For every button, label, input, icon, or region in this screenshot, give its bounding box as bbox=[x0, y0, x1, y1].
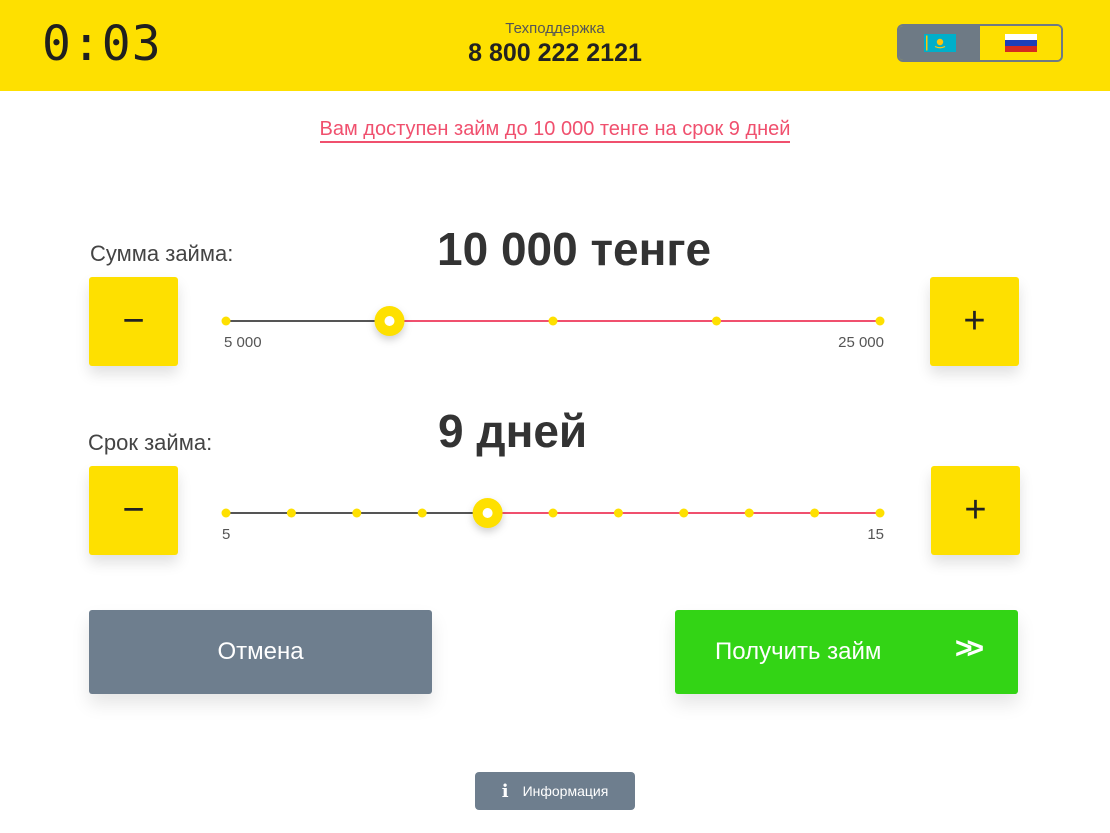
term-slider-step-dot bbox=[810, 508, 820, 518]
term-slider-step-dot bbox=[744, 508, 754, 518]
cancel-button-label: Отмена bbox=[217, 638, 304, 665]
kazakhstan-flag-icon bbox=[923, 34, 956, 52]
double-chevron-right-icon: >> bbox=[954, 632, 984, 665]
get-loan-button-label: Получить займ bbox=[715, 638, 882, 665]
loan-offer-text: Вам доступен займ до 10 000 тенге на сро… bbox=[319, 118, 791, 143]
amount-max-label: 25 000 bbox=[838, 334, 884, 351]
term-slider-step-dot bbox=[548, 508, 558, 518]
term-increase-button[interactable]: + bbox=[931, 466, 1020, 555]
term-slider-step-dot bbox=[613, 508, 623, 518]
amount-slider-track bbox=[221, 306, 885, 336]
info-icon: i bbox=[501, 780, 509, 802]
amount-slider[interactable]: 5 000 25 000 bbox=[221, 292, 885, 352]
language-ru-button[interactable] bbox=[980, 26, 1061, 60]
term-slider-track bbox=[221, 498, 885, 528]
term-min-label: 5 bbox=[222, 526, 231, 543]
term-slider-step-dot bbox=[221, 508, 231, 518]
amount-slider-step-dot bbox=[875, 316, 885, 326]
top-header: 0:03 Техподдержка 8 800 222 2121 bbox=[0, 0, 1110, 91]
term-value: 9 дней bbox=[438, 405, 588, 457]
amount-slider-step-dot bbox=[221, 316, 231, 326]
language-kz-button[interactable] bbox=[899, 26, 980, 60]
info-button-label: Информация bbox=[522, 783, 609, 799]
info-button[interactable]: i Информация bbox=[475, 772, 635, 810]
russia-flag-icon bbox=[1004, 34, 1037, 52]
term-label: Срок займа: bbox=[88, 430, 213, 455]
amount-decrease-button[interactable]: − bbox=[89, 277, 178, 366]
amount-value: 10 000 тенге bbox=[437, 223, 712, 275]
language-switch bbox=[897, 24, 1063, 62]
amount-slider-step-dot bbox=[548, 316, 558, 326]
term-slider-step-dot bbox=[875, 508, 885, 518]
get-loan-button[interactable]: Получить займ >> bbox=[675, 610, 1018, 694]
term-slider-handle-center bbox=[482, 508, 493, 518]
cancel-button[interactable]: Отмена bbox=[89, 610, 432, 694]
term-slider-step-dot bbox=[417, 508, 427, 518]
term-slider[interactable]: 5 15 bbox=[221, 484, 885, 544]
term-slider-step-dot bbox=[352, 508, 362, 518]
term-max-label: 15 bbox=[867, 526, 884, 543]
term-slider-step-dot bbox=[679, 508, 689, 518]
amount-slider-handle-center bbox=[384, 316, 395, 326]
amount-label: Сумма займа: bbox=[90, 241, 234, 266]
loan-offer-link[interactable]: Вам доступен займ до 10 000 тенге на сро… bbox=[0, 118, 1110, 143]
amount-increase-button[interactable]: + bbox=[930, 277, 1019, 366]
amount-slider-step-dot bbox=[712, 316, 721, 326]
amount-min-label: 5 000 bbox=[224, 334, 262, 351]
term-decrease-button[interactable]: − bbox=[89, 466, 178, 555]
term-slider-step-dot bbox=[286, 508, 296, 518]
